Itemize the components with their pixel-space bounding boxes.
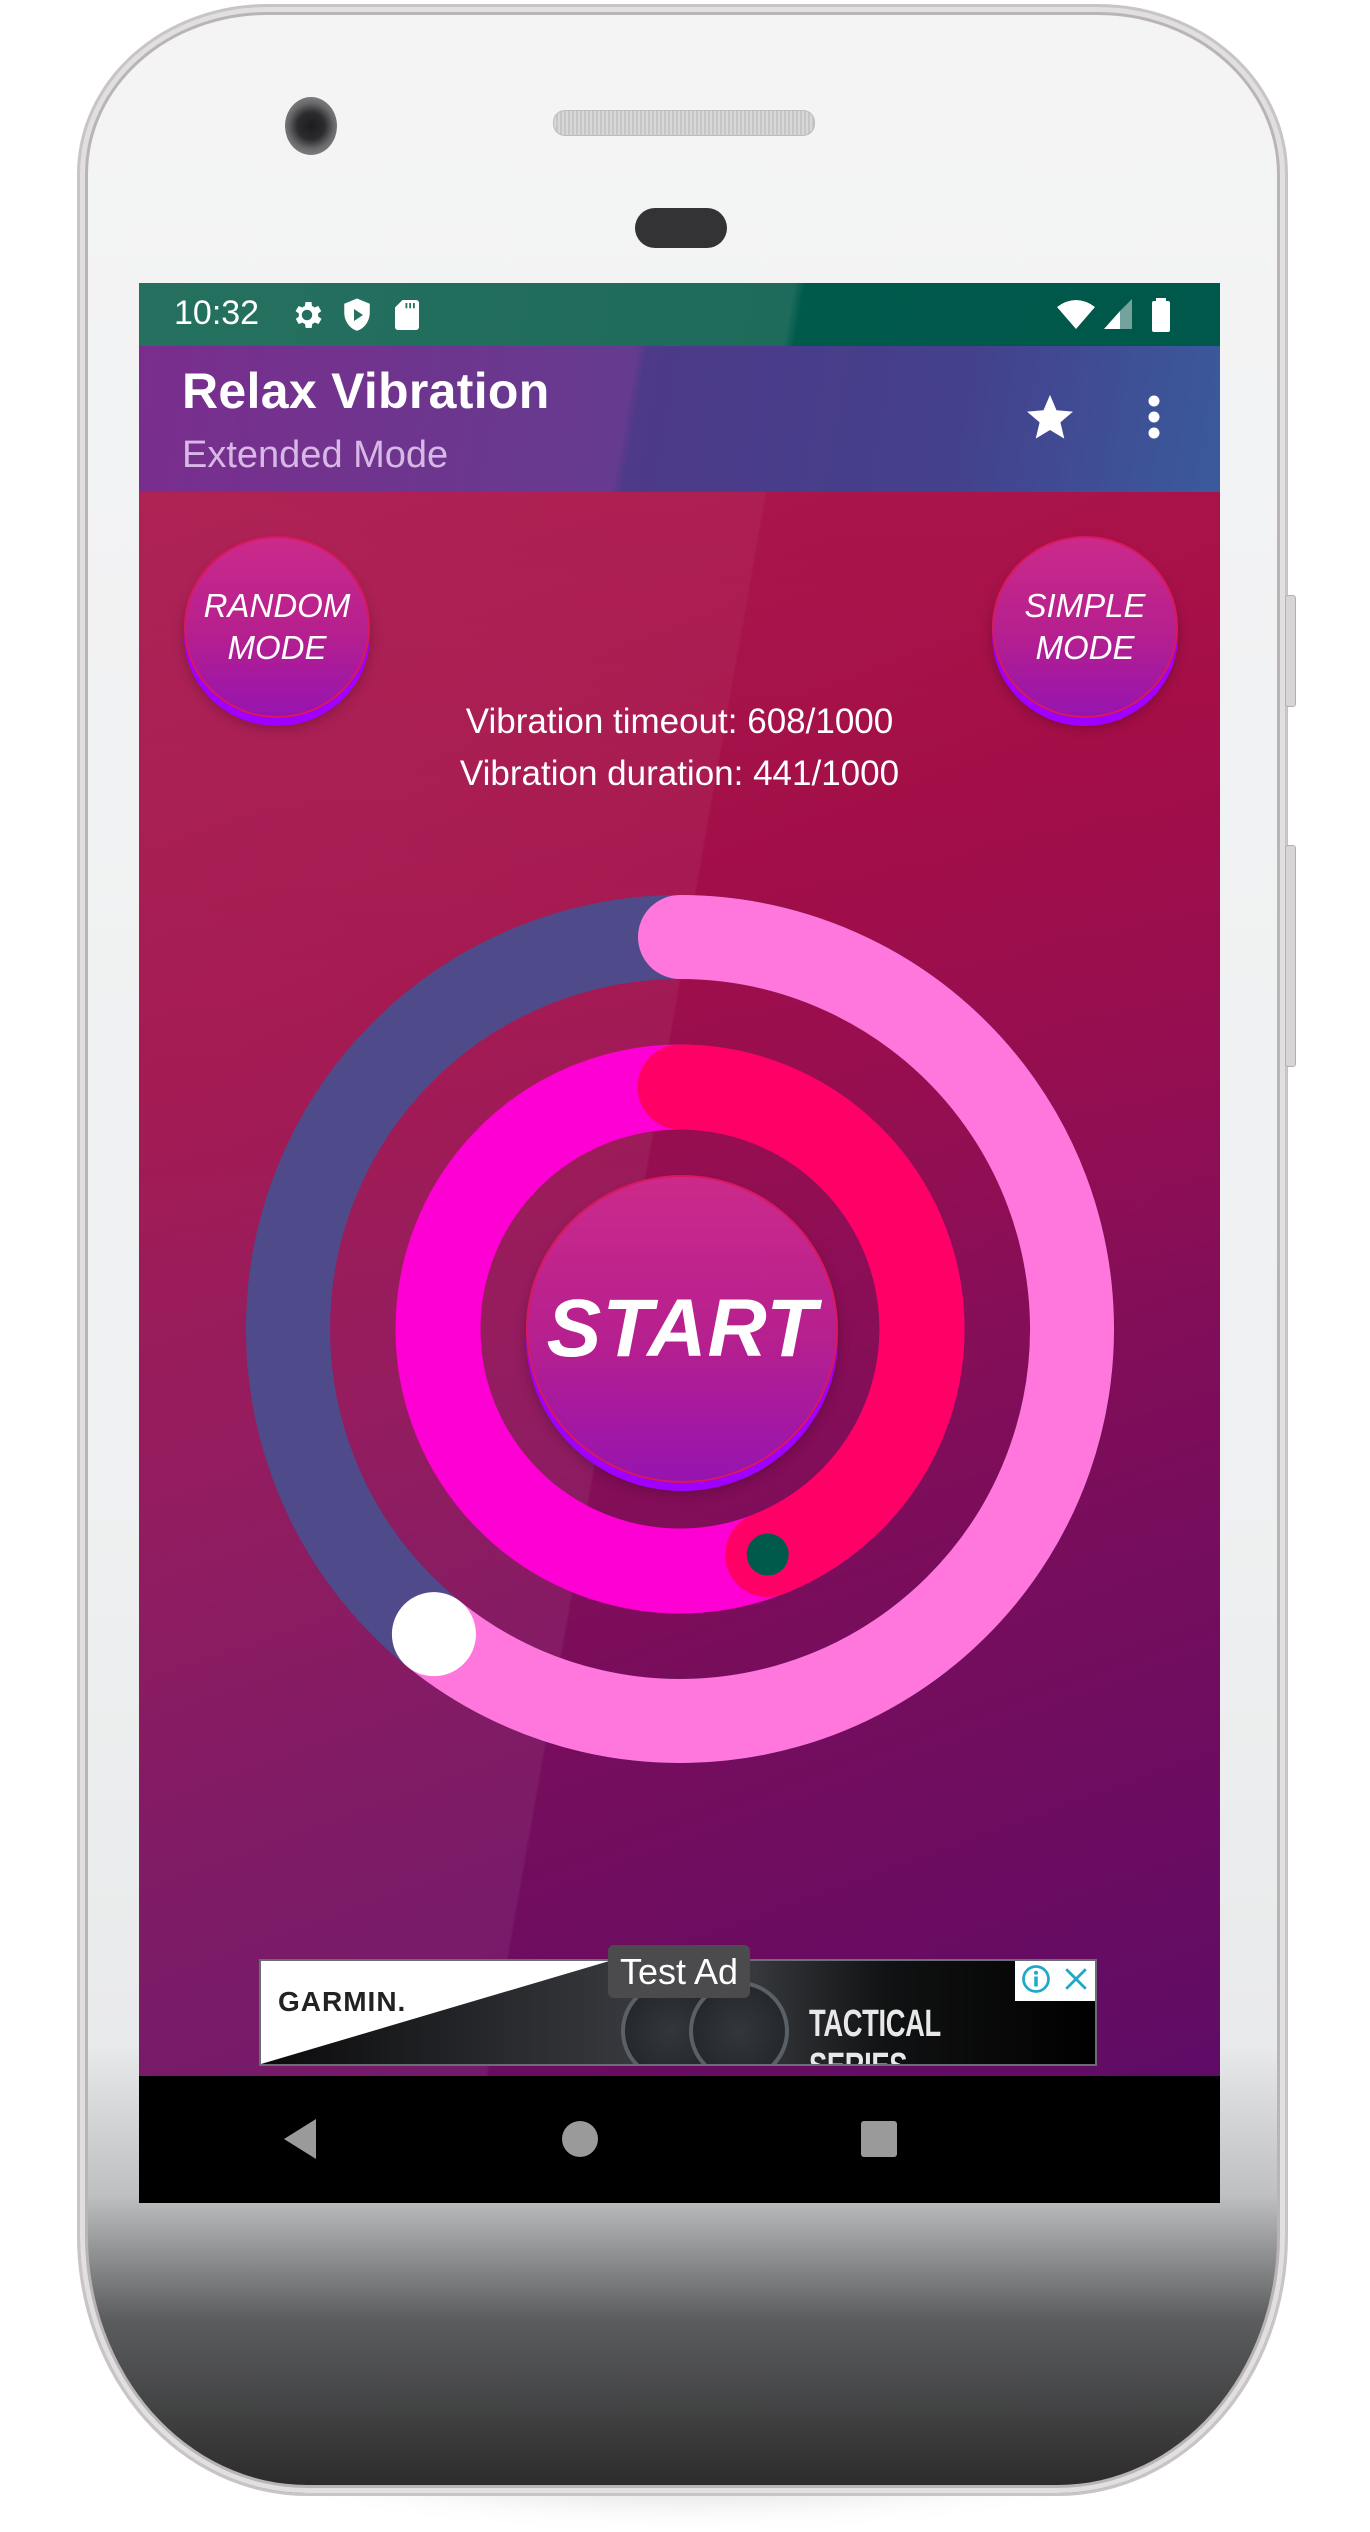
ad-tagline: TACTICAL SERIES: [809, 2003, 941, 2064]
test-ad-label: Test Ad: [608, 1945, 750, 1998]
screen: 10:32 Relax Vibration Extended Mode RAND…: [139, 283, 1220, 2203]
app-subtitle: Extended Mode: [182, 434, 449, 476]
back-button[interactable]: [272, 2113, 328, 2169]
ad-brand: GARMIN.: [278, 1986, 407, 2017]
earpiece-speaker: [553, 110, 815, 136]
duration-info: Vibration duration: 441/1000: [459, 754, 900, 793]
main-content: RANDOM MODE SIMPLE MODE Vibration timeou…: [139, 492, 1220, 2076]
simple-mode-button[interactable]: SIMPLE MODE: [992, 536, 1178, 718]
front-camera: [285, 97, 337, 155]
duration-slider-thumb[interactable]: [746, 1533, 789, 1576]
volume-button: [1285, 845, 1296, 1067]
gear-icon: [289, 297, 325, 333]
sd-card-icon: [389, 297, 425, 333]
home-button[interactable]: [552, 2113, 608, 2169]
app-title: Relax Vibration: [182, 363, 550, 419]
close-icon[interactable]: [1063, 1966, 1089, 1997]
cell-signal-icon: [1102, 297, 1134, 333]
recents-button[interactable]: [851, 2113, 907, 2169]
navigation-bar: [139, 2076, 1220, 2203]
info-icon[interactable]: [1021, 1964, 1051, 1999]
star-icon: [1024, 391, 1076, 448]
ad-choices[interactable]: [1015, 1961, 1095, 2001]
more-options-button[interactable]: [1119, 384, 1189, 454]
battery-icon: [1149, 297, 1173, 333]
shield-play-icon: [339, 297, 375, 333]
home-circle-icon: [560, 2119, 600, 2164]
wifi-icon: [1056, 297, 1096, 333]
app-toolbar: Relax Vibration Extended Mode: [139, 346, 1220, 492]
more-vert-icon: [1144, 391, 1164, 448]
start-label: START: [546, 1283, 818, 1374]
status-time: 10:32: [174, 294, 260, 332]
recents-square-icon: [859, 2119, 899, 2164]
random-mode-label: RANDOM MODE: [203, 587, 351, 666]
back-triangle-icon: [280, 2117, 320, 2166]
proximity-sensor: [635, 208, 727, 248]
timeout-slider-thumb[interactable]: [391, 1592, 476, 1677]
status-bar: 10:32: [139, 283, 1220, 346]
simple-mode-label: SIMPLE MODE: [1024, 587, 1146, 666]
timeout-info: Vibration timeout: 608/1000: [465, 702, 894, 741]
favorite-button[interactable]: [1015, 384, 1085, 454]
random-mode-button[interactable]: RANDOM MODE: [184, 536, 370, 718]
power-button: [1285, 595, 1296, 707]
start-button[interactable]: START: [526, 1175, 838, 1483]
